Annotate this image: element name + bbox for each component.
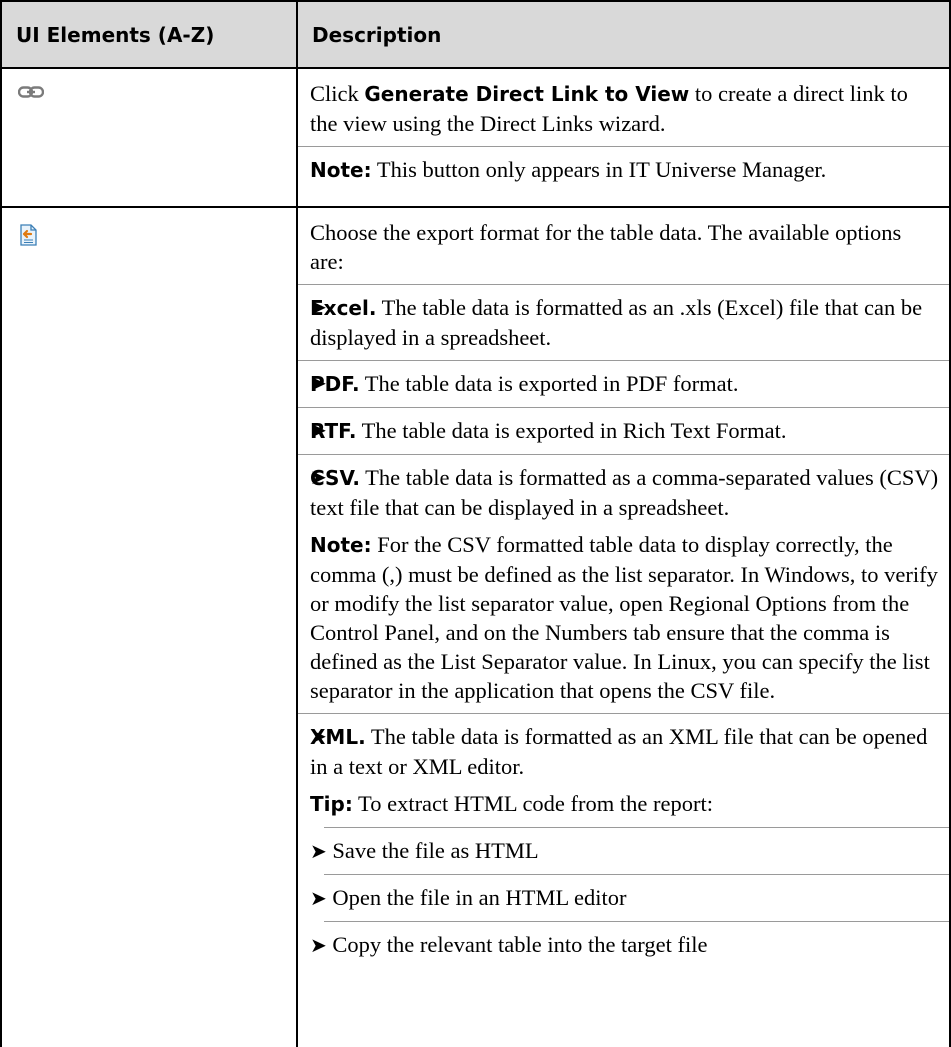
ui-elements-table: UI Elements (A-Z) Description Click Gene… xyxy=(0,0,951,1047)
bullet-arrow-icon: ➤ xyxy=(310,886,327,910)
bullet-arrow-icon: ➤ xyxy=(310,724,327,748)
divider xyxy=(324,874,949,875)
divider xyxy=(298,454,949,455)
page: UI Elements (A-Z) Description Click Gene… xyxy=(0,0,951,1047)
bullet-arrow-icon: ➤ xyxy=(310,933,327,957)
tip-paragraph: Tip: To extract HTML code from the repor… xyxy=(310,791,713,816)
description-cell: Choose the export format for the table d… xyxy=(296,206,951,1047)
ui-element-cell xyxy=(0,67,298,208)
note-label: Note: xyxy=(310,158,372,182)
divider xyxy=(324,921,949,922)
list-item-rtf: ➤ RTF. The table data is exported in Rich… xyxy=(310,418,787,443)
bullet-arrow-icon: ➤ xyxy=(310,418,327,442)
table-row: Choose the export format for the table d… xyxy=(0,206,951,1047)
column-header-ui-elements: UI Elements (A-Z) xyxy=(0,0,298,69)
divider xyxy=(324,827,949,828)
bullet-arrow-icon: ➤ xyxy=(310,465,327,489)
bullet-arrow-icon: ➤ xyxy=(310,371,327,395)
description-cell: Click Generate Direct Link to View to cr… xyxy=(296,67,951,208)
column-header-description: Description xyxy=(296,0,951,69)
tip-step: ➤ Open the file in an HTML editor xyxy=(310,885,627,910)
generate-link-description: Click Generate Direct Link to View to cr… xyxy=(310,81,908,136)
list-item-xml: ➤ XML. The table data is formatted as an … xyxy=(310,724,928,779)
bullet-arrow-icon: ➤ xyxy=(310,839,327,863)
divider xyxy=(298,407,949,408)
list-item-pdf: ➤ PDF. The table data is exported in PDF … xyxy=(310,371,739,396)
divider xyxy=(298,146,949,147)
export-document-icon[interactable] xyxy=(18,224,38,251)
ui-element-cell xyxy=(0,206,298,1047)
note-label: Note: xyxy=(310,533,372,557)
tip-step: ➤ Save the file as HTML xyxy=(310,838,539,863)
tip-label: Tip: xyxy=(310,792,353,816)
chain-link-icon[interactable] xyxy=(17,85,45,104)
csv-note-paragraph: Note: For the CSV formatted table data t… xyxy=(310,532,938,703)
table-row: Click Generate Direct Link to View to cr… xyxy=(0,67,951,208)
bullet-arrow-icon: ➤ xyxy=(310,295,327,319)
list-item-csv: ➤ CSV. The table data is formatted as a c… xyxy=(310,465,939,520)
divider xyxy=(298,284,949,285)
table-header-row: UI Elements (A-Z) Description xyxy=(0,0,951,69)
divider xyxy=(298,713,949,714)
list-item-excel: ➤ Excel. The table data is formatted as a… xyxy=(310,295,923,350)
note-paragraph: Note: This button only appears in IT Uni… xyxy=(310,157,827,182)
divider xyxy=(298,360,949,361)
generate-direct-link-label: Generate Direct Link to View xyxy=(364,82,690,106)
tip-step: ➤ Copy the relevant table into the targe… xyxy=(310,932,708,957)
export-intro: Choose the export format for the table d… xyxy=(310,220,902,274)
